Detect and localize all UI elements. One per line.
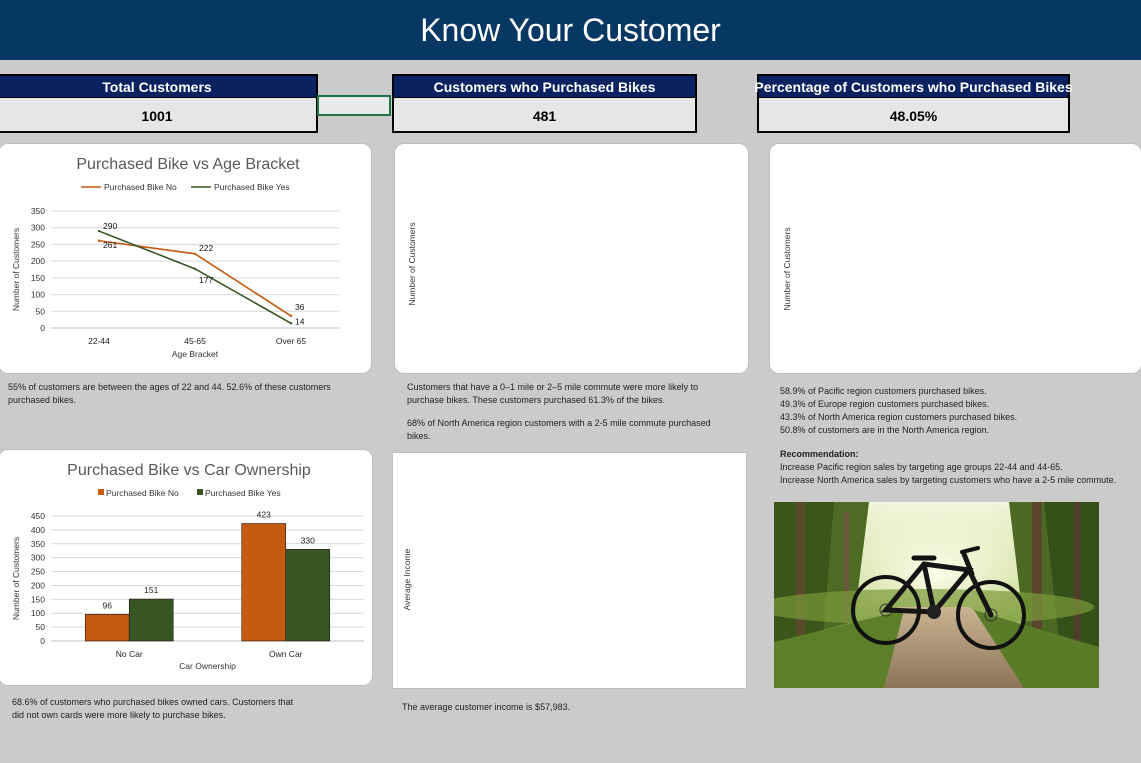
age-line-0 [98, 239, 292, 317]
car-x-tick-label: No Car [116, 649, 143, 659]
commute-chart-card[interactable]: Purchased Bike vs Commute DistancePurcha… [394, 143, 749, 374]
recommendation-text-1: Increase Pacific region sales by targeti… [780, 462, 1063, 472]
car-legend-label-0: Purchased Bike No [106, 488, 179, 498]
region-insight-text-3: 43.3% of North America region customers … [780, 412, 1018, 422]
region-insight: 58.9% of Pacific region customers purcha… [780, 385, 1138, 487]
kpi-total-customers-value: 1001 [141, 107, 173, 124]
age-y-tick-label: 200 [31, 256, 45, 266]
age-data-label: 261 [103, 240, 117, 250]
commute-y-axis-title: Number of Customers [407, 222, 417, 305]
bicycle-photo [774, 502, 1099, 688]
income-chart: Purchased Bike vs Average IncomePurchase… [402, 548, 412, 610]
car-y-tick-label: 250 [31, 567, 45, 577]
car-bar [128, 598, 174, 642]
car-y-tick-label: 350 [31, 539, 45, 549]
age-data-label: 222 [199, 243, 213, 253]
region-chart: Purchased Bike vs RegionPurchased Bike N… [782, 227, 792, 310]
age-insight: 55% of customers are between the ages of… [8, 381, 353, 407]
car-legend-marker-0 [98, 489, 104, 495]
region-chart-card[interactable]: Purchased Bike vs RegionPurchased Bike N… [769, 143, 1141, 374]
kpi-total-customers-label: Total Customers [0, 76, 316, 98]
car-x-tick-label: Own Car [269, 649, 303, 659]
car-chart-card[interactable]: Purchased Bike vs Car Ownership Purchased… [0, 449, 373, 686]
income-y-axis-title: Average Income [402, 548, 412, 610]
age-y-tick-label: 250 [31, 239, 45, 249]
age-x-axis-title: Age Bracket [172, 349, 219, 359]
age-point [289, 314, 293, 318]
age-legend-label-1: Purchased Bike Yes [214, 182, 290, 192]
age-chart-card[interactable]: Purchased Bike vs Age Bracket Purchased B… [0, 143, 372, 374]
car-y-tick-label: 100 [31, 608, 45, 618]
age-chart-title: Purchased Bike vs Age Bracket [76, 156, 300, 173]
car-chart: Purchased Bike vs Car Ownership Purchased… [11, 462, 364, 671]
car-bar [84, 614, 130, 642]
car-y-tick-label: 300 [31, 553, 45, 563]
age-legend-label-0: Purchased Bike No [104, 182, 177, 192]
age-y-tick-label: 0 [40, 323, 45, 333]
income-insight: The average customer income is $57,983. [402, 701, 722, 714]
kpi-percentage-purchased-value: 48.05% [889, 107, 938, 124]
car-y-tick-label: 450 [31, 511, 45, 521]
car-y-tick-label: 200 [31, 580, 45, 590]
car-insight: 68.6% of customers who purchased bikes o… [12, 696, 302, 722]
income-chart-card[interactable]: Purchased Bike vs Average IncomePurchase… [392, 452, 747, 689]
age-y-tick-label: 300 [31, 223, 45, 233]
kpi-percentage-purchased-label: Percentage of Customers who Purchased Bi… [754, 76, 1073, 98]
age-data-label: 14 [295, 316, 305, 326]
age-y-tick-label: 50 [36, 306, 46, 316]
age-data-label: 290 [103, 221, 117, 231]
region-insight-text-1: 58.9% of Pacific region customers purcha… [780, 386, 987, 396]
commute-insight-text-1: Customers that have a 0–1 mile or 2–5 mi… [407, 382, 699, 405]
commute-chart: Purchased Bike vs Commute DistancePurcha… [407, 222, 417, 305]
region-y-axis-title: Number of Customers [782, 227, 792, 310]
age-insight-text: 55% of customers are between the ages of… [8, 382, 331, 405]
age-point [289, 322, 293, 325]
age-point [97, 229, 101, 233]
age-point [193, 267, 197, 271]
age-x-tick-label: 45-65 [184, 336, 206, 346]
income-insight-text: The average customer income is $57,983. [402, 702, 571, 712]
age-data-label: 177 [199, 275, 213, 285]
kpi-purchased-bikes-value: 481 [532, 107, 557, 124]
age-y-tick-label: 100 [31, 290, 45, 300]
car-legend-marker-1 [197, 489, 203, 495]
kpi-total-customers: Total Customers 1001 [0, 74, 318, 133]
kpi-purchased-bikes: Customers who Purchased Bikes 481 [392, 74, 697, 133]
selected-cell[interactable] [317, 95, 391, 116]
kpi-percentage-purchased: Percentage of Customers who Purchased Bi… [754, 74, 1073, 133]
car-y-tick-label: 150 [31, 594, 45, 604]
car-y-axis-title: Number of Customers [11, 537, 21, 620]
car-data-label: 151 [144, 585, 158, 595]
region-insight-text-2: 49.3% of Europe region customers purchas… [780, 399, 990, 409]
car-y-tick-label: 400 [31, 525, 45, 535]
commute-insight-text-2: 68% of North America region customers wi… [407, 418, 711, 441]
age-x-tick-label: Over 65 [276, 336, 307, 346]
dashboard-title: Know Your Customer [0, 0, 1141, 60]
age-y-axis-title: Number of Customers [11, 228, 21, 311]
car-legend-label-1: Purchased Bike Yes [205, 488, 281, 498]
car-y-tick-label: 50 [36, 622, 46, 632]
age-y-tick-label: 350 [31, 206, 45, 216]
age-chart: Purchased Bike vs Age Bracket Purchased B… [11, 156, 339, 359]
car-data-label: 96 [103, 600, 113, 610]
car-data-label: 330 [301, 535, 315, 545]
region-insight-text-4: 50.8% of customers are in the North Amer… [780, 425, 990, 435]
car-insight-text: 68.6% of customers who purchased bikes o… [12, 697, 294, 720]
age-data-label: 36 [295, 302, 305, 312]
car-chart-title: Purchased Bike vs Car Ownership [67, 462, 311, 479]
age-point [193, 252, 197, 255]
kpi-purchased-bikes-label: Customers who Purchased Bikes [394, 76, 695, 98]
recommendation-text-2: Increase North America sales by targetin… [780, 475, 1117, 485]
car-bar [285, 549, 331, 642]
recommendation-title: Recommendation: [780, 449, 859, 459]
car-x-axis-title: Car Ownership [179, 661, 236, 671]
commute-insight: Customers that have a 0–1 mile or 2–5 mi… [407, 381, 727, 443]
age-x-tick-label: 22-44 [88, 336, 110, 346]
car-bar [241, 523, 287, 642]
age-y-tick-label: 150 [31, 273, 45, 283]
car-y-tick-label: 0 [40, 636, 45, 646]
age-point [97, 239, 101, 242]
car-data-label: 423 [257, 510, 271, 520]
